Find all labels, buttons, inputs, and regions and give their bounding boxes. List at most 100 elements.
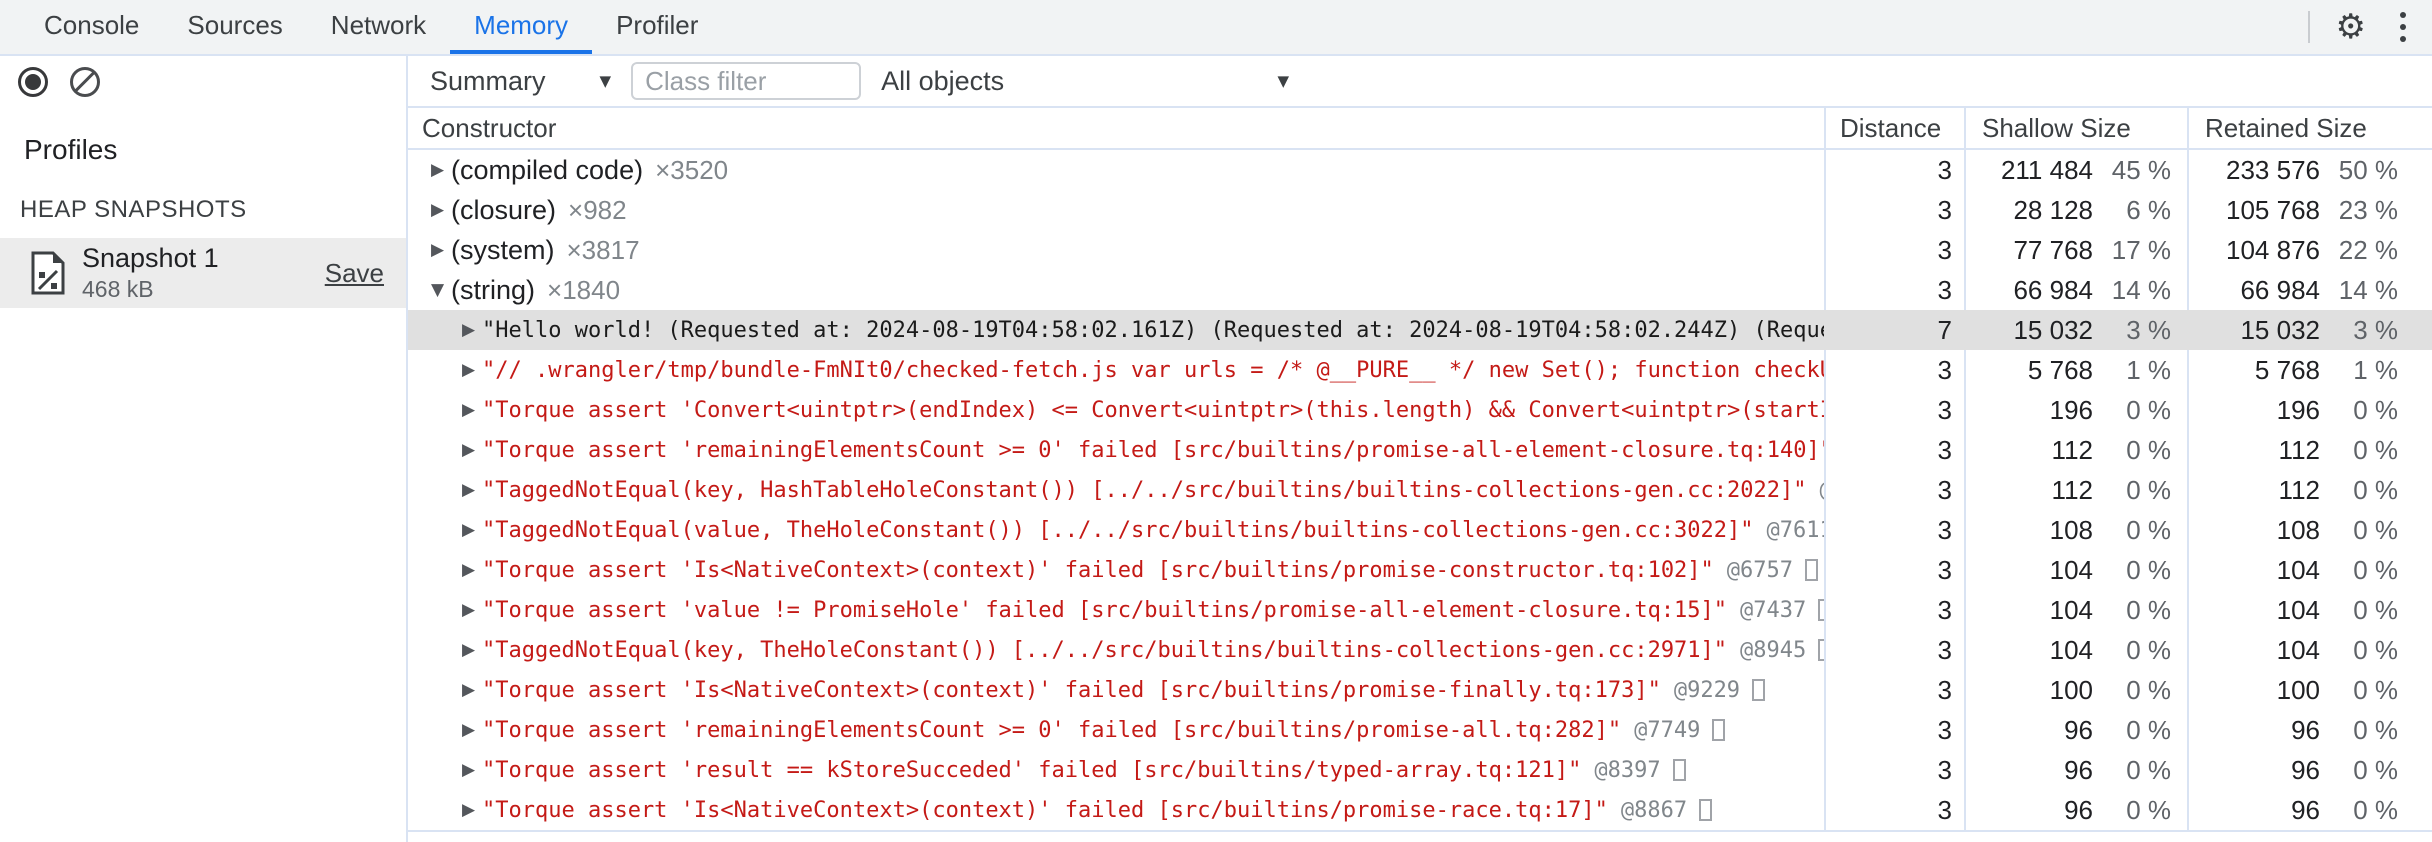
table-row[interactable]: ▶ "TaggedNotEqual(key, HashTableHoleConst… [408,470,2432,510]
table-row[interactable]: ▶ (system) ×3817 3 77 768 17 % 104 876 22 % [408,230,2432,270]
column-header-shallow-size[interactable]: Shallow Size [1964,108,2187,148]
shallow-size-percent: 0 % [2126,554,2171,585]
string-value: "Torque assert 'Is<NativeContext>(contex… [482,677,1661,703]
table-row[interactable]: ▶ (compiled code) ×3520 3 211 484 45 % 233 576… [408,150,2432,190]
constructor-cell: ▶ "TaggedNotEqual(key, TheHoleConstant())… [408,630,1824,670]
retained-size-percent: 1 % [2353,354,2398,385]
collapsed-triangle-icon[interactable]: ▶ [462,560,482,580]
table-row[interactable]: ▶ "Torque assert 'result == kStoreSuccede… [408,750,2432,790]
retained-size-percent: 0 % [2353,554,2398,585]
column-header-retained-size[interactable]: Retained Size [2187,108,2432,148]
take-snapshot-icon[interactable] [18,67,48,97]
retained-size-percent: 0 % [2353,474,2398,505]
grid-header-row: Constructor Distance Shallow Size Retain… [408,108,2432,150]
collapsed-triangle-icon[interactable]: ▶ [431,240,451,260]
collapsed-triangle-icon[interactable]: ▶ [431,200,451,220]
object-id: @7437 [1740,597,1807,623]
retained-size-percent: 0 % [2353,434,2398,465]
collapsed-triangle-icon[interactable]: ▶ [462,680,482,700]
shallow-size-percent: 1 % [2126,354,2171,385]
retained-size-cell: 104 876 22 % [2187,230,2432,270]
table-row[interactable]: ▶ "TaggedNotEqual(key, TheHoleConstant())… [408,630,2432,670]
table-row[interactable]: ▶ "Torque assert 'Is<NativeContext>(conte… [408,670,2432,710]
shallow-size-percent: 0 % [2126,474,2171,505]
object-scope-select[interactable]: All objects ▼ [881,66,1295,97]
table-row[interactable]: ▶ "Torque assert 'Is<NativeContext>(conte… [408,790,2432,830]
shallow-size-percent: 6 % [2126,194,2171,225]
class-filter-input[interactable] [631,62,862,100]
column-header-distance[interactable]: Distance [1824,108,1964,148]
table-row[interactable]: ▶ "Torque assert 'remainingElementsCount … [408,710,2432,750]
shallow-size-value: 104 [2049,594,2093,625]
shallow-size-value: 96 [2064,754,2093,785]
retained-size-value: 5 768 [2254,354,2320,385]
table-row[interactable]: ▶ "// .wrangler/tmp/bundle-FmNIt0/checked… [408,350,2432,390]
object-id: @8397 [1594,757,1661,783]
collapsed-triangle-icon[interactable]: ▶ [462,400,482,420]
table-row[interactable]: ▶ "Torque assert 'value != PromiseHole' f… [408,590,2432,630]
retained-size-percent: 0 % [2353,754,2398,785]
constructor-cell: ▶ "Torque assert 'Convert<uintptr>(endInd… [408,390,1824,430]
save-snapshot-link[interactable]: Save [325,258,384,289]
object-id: @8867 [1620,797,1688,823]
table-row[interactable]: ▼ (string) ×1840 3 66 984 14 % 66 984 14 % [408,270,2432,310]
shallow-size-percent: 0 % [2126,594,2171,625]
more-options-icon[interactable] [2396,8,2410,46]
shallow-size-value: 5 768 [2027,354,2093,385]
heap-snapshot-file-icon [31,251,65,295]
shallow-size-value: 66 984 [2013,274,2093,305]
collapsed-triangle-icon[interactable]: ▶ [462,360,482,380]
table-row[interactable]: ▶ "Torque assert 'Is<NativeContext>(conte… [408,550,2432,590]
collapsed-triangle-icon[interactable]: ▶ [462,480,482,500]
collapsed-triangle-icon[interactable]: ▶ [462,720,482,740]
collapsed-triangle-icon[interactable]: ▶ [462,440,482,460]
distance-cell: 3 [1824,630,1964,670]
shallow-size-value: 28 128 [2013,194,2093,225]
table-row[interactable]: ▶ "Hello world! (Requested at: 2024-08-19… [408,310,2432,350]
constructor-name: (system) [451,234,555,265]
table-row[interactable]: ▶ "Torque assert 'remainingElementsCount … [408,430,2432,470]
collapsed-triangle-icon[interactable]: ▶ [462,520,482,540]
tab-sources[interactable]: Sources [163,0,306,54]
retained-size-value: 96 [2291,754,2320,785]
perspective-select[interactable]: Summary ▼ [420,66,615,97]
constructor-cell: ▼ (string) ×1840 [408,270,1824,310]
string-value: "TaggedNotEqual(key, HashTableHoleConsta… [482,477,1807,503]
clear-profiles-icon[interactable] [70,67,100,97]
retained-size-percent: 0 % [2353,674,2398,705]
table-row[interactable]: ▶ "TaggedNotEqual(value, TheHoleConstant(… [408,510,2432,550]
settings-gear-icon[interactable]: ⚙ [2336,7,2366,47]
distance-cell: 3 [1824,510,1964,550]
collapsed-triangle-icon[interactable]: ▶ [431,160,451,180]
tab-network[interactable]: Network [307,0,450,54]
column-header-constructor[interactable]: Constructor [408,113,1824,144]
shallow-size-value: 104 [2049,634,2093,665]
tab-profiler[interactable]: Profiler [592,0,722,54]
retained-size-cell: 196 0 % [2187,390,2432,430]
shallow-size-percent: 14 % [2111,274,2171,305]
collapsed-triangle-icon[interactable]: ▶ [462,320,482,340]
shallow-size-value: 112 [2051,434,2093,465]
tab-memory[interactable]: Memory [450,0,593,54]
collapsed-triangle-icon[interactable]: ▶ [462,760,482,780]
retained-size-value: 104 [2276,634,2320,665]
table-row[interactable]: ▶ (closure) ×982 3 28 128 6 % 105 768 23 % [408,190,2432,230]
object-id: @8945 [1740,637,1807,663]
distance-cell: 3 [1824,350,1964,390]
collapsed-triangle-icon[interactable]: ▶ [462,600,482,620]
heap-snapshot-grid: Constructor Distance Shallow Size Retain… [408,108,2432,842]
table-row[interactable]: ▶ "Torque assert 'Convert<uintptr>(endInd… [408,390,2432,430]
collapsed-triangle-icon[interactable]: ▶ [462,640,482,660]
collapsed-triangle-icon[interactable]: ▶ [462,800,482,820]
tab-console[interactable]: Console [20,0,163,54]
retained-size-value: 233 576 [2226,154,2320,185]
shallow-size-percent: 0 % [2126,754,2171,785]
distance-cell: 3 [1824,710,1964,750]
distance-cell: 3 [1824,750,1964,790]
distance-cell: 3 [1824,150,1964,190]
retained-size-value: 104 876 [2226,234,2320,265]
expanded-triangle-icon[interactable]: ▼ [431,280,451,300]
retained-size-cell: 112 0 % [2187,430,2432,470]
constructor-cell: ▶ "TaggedNotEqual(value, TheHoleConstant(… [408,510,1824,550]
snapshot-list-item[interactable]: Snapshot 1 468 kB Save [0,238,406,308]
